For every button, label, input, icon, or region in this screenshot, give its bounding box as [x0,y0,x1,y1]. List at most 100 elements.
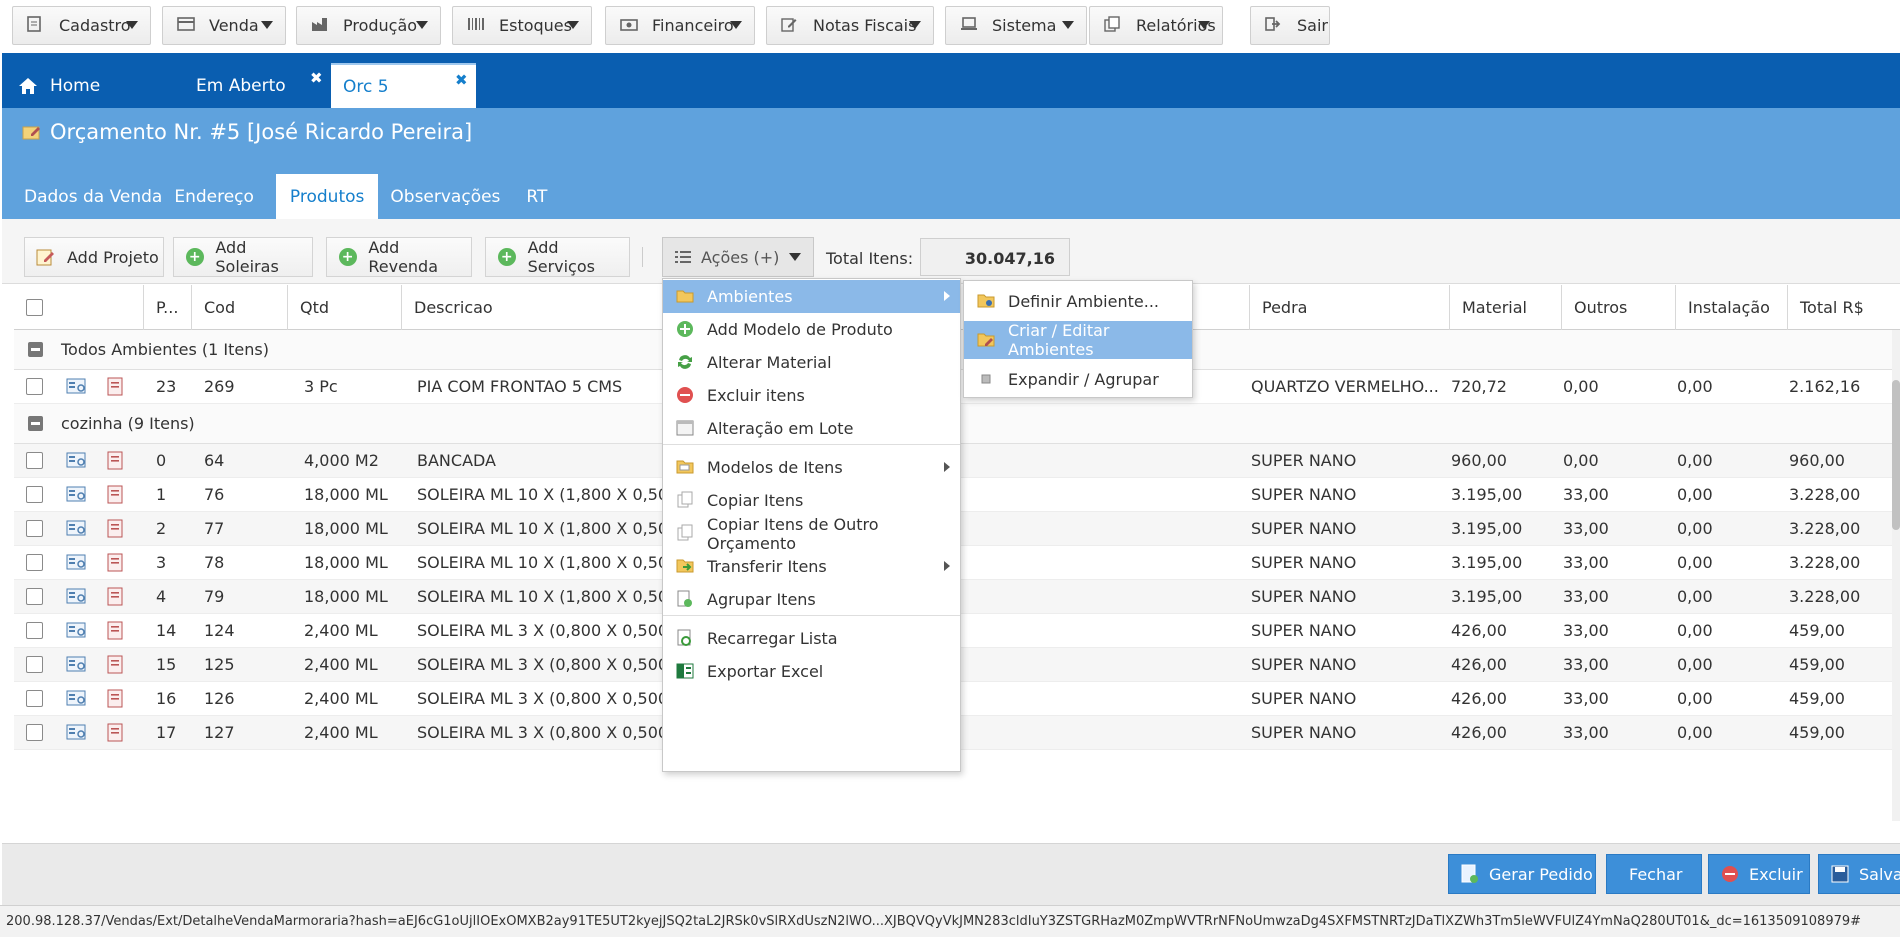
menu-notas-fiscais[interactable]: Notas Fiscais [766,6,934,45]
menu-item-add-modelo-de-produto[interactable]: Add Modelo de Produto [663,313,960,346]
excel-icon [675,662,695,680]
add-revenda-button[interactable]: + Add Revenda [326,237,472,277]
acoes-menu-button[interactable]: Ações (+) [662,237,814,277]
row-detail-icon[interactable] [66,614,88,647]
row-checkbox[interactable] [26,378,43,395]
fechar-button[interactable]: Fechar [1606,854,1702,894]
list-icon [675,250,691,264]
tab-em-aberto-close-icon[interactable]: ✖ [310,69,323,87]
row-detail-icon[interactable] [66,648,88,681]
row-edit-icon[interactable] [106,444,126,477]
header-pedra[interactable]: Pedra [1250,285,1450,330]
menu-item-modelos-de-itens[interactable]: Modelos de Itens [663,451,960,484]
row-detail-icon[interactable] [66,478,88,511]
header-cod[interactable]: Cod [192,285,288,330]
menu-item-label: Exportar Excel [707,662,824,681]
menu-item-copiar-itens-de-outro-or-amento[interactable]: Copiar Itens de Outro Orçamento [663,515,960,553]
row-detail-icon[interactable] [66,546,88,579]
cell-instalacao: 0,00 [1677,553,1713,572]
subtab-dados-venda[interactable]: Dados da Venda [2,174,174,219]
row-edit-icon[interactable] [106,512,126,545]
menu-producao[interactable]: Produção [296,6,441,45]
menu-financeiro[interactable]: Financeiro [605,6,755,45]
menu-item-exportar-excel[interactable]: Exportar Excel [663,655,960,688]
add-servicos-button[interactable]: + Add Serviços [485,237,630,277]
row-edit-icon[interactable] [106,614,126,647]
row-detail-icon[interactable] [66,512,88,545]
add-circle-icon [675,320,695,338]
header-outros[interactable]: Outros [1562,285,1676,330]
tab-orc-5[interactable]: Orc 5 ✖ [331,63,476,108]
header-material[interactable]: Material [1450,285,1562,330]
row-checkbox[interactable] [26,452,43,469]
collapse-icon[interactable] [28,342,43,357]
cell-instalacao: 0,00 [1677,689,1713,708]
menu-producao-label: Produção [343,16,418,35]
add-projeto-button[interactable]: Add Projeto [24,237,164,277]
row-detail-icon[interactable] [66,580,88,613]
subtabs: Dados da Venda Endereço Produtos Observa… [2,174,559,219]
menu-cadastro[interactable]: Cadastro [12,6,151,45]
submenu-item-definir-ambiente[interactable]: Definir Ambiente... [964,282,1192,320]
row-detail-icon[interactable] [66,716,88,749]
grid-scroll-thumb[interactable] [1892,380,1900,530]
add-soleiras-button[interactable]: + Add Soleiras [173,237,313,277]
menu-venda[interactable]: Venda [162,6,286,45]
menu-item-altera-o-em-lote[interactable]: Alteração em Lote [663,412,960,445]
menu-relatorios[interactable]: Relatórios [1089,6,1223,45]
cell-material: 960,00 [1451,451,1507,470]
row-checkbox[interactable] [26,622,43,639]
subtab-endereco[interactable]: Endereço [174,174,266,219]
row-checkbox[interactable] [26,554,43,571]
row-checkbox[interactable] [26,588,43,605]
menu-item-excluir-itens[interactable]: Excluir itens [663,379,960,412]
row-edit-icon[interactable] [106,546,126,579]
save-icon [1831,865,1849,883]
tab-home[interactable]: Home [18,63,168,108]
menu-item-recarregar-lista[interactable]: Recarregar Lista [663,622,960,655]
excluir-button[interactable]: Excluir [1708,854,1810,894]
page-title: Orçamento Nr. #5 [José Ricardo Pereira] [22,120,472,144]
exit-button[interactable]: Sair [1250,6,1330,45]
header-instalacao[interactable]: Instalação [1676,285,1788,330]
row-detail-icon[interactable] [66,370,88,403]
header-pos[interactable]: P... [144,285,192,330]
row-checkbox[interactable] [26,690,43,707]
gerar-pedido-button[interactable]: Gerar Pedido [1448,854,1596,894]
menu-item-copiar-itens[interactable]: Copiar Itens [663,484,960,517]
row-edit-icon[interactable] [106,370,126,403]
subtab-produtos[interactable]: Produtos [275,174,379,219]
cell-qtd: 18,000 ML [304,485,388,504]
header-qtd[interactable]: Qtd [288,285,402,330]
tab-em-aberto[interactable]: Em Aberto ✖ [172,63,332,108]
cell-pos: 17 [156,723,177,742]
menu-item-transferir-itens[interactable]: Transferir Itens [663,550,960,583]
submenu-item-criar-editar-ambientes[interactable]: Criar / Editar Ambientes [964,321,1192,359]
subtab-observacoes[interactable]: Observações [388,174,512,219]
select-all-checkbox[interactable] [26,299,43,316]
row-checkbox[interactable] [26,724,43,741]
menu-item-ambientes[interactable]: Ambientes [663,280,960,313]
row-edit-icon[interactable] [106,478,126,511]
menu-sistema[interactable]: Sistema [945,6,1087,45]
header-total[interactable]: Total R$ [1788,285,1900,330]
tab-orc-5-close-icon[interactable]: ✖ [455,71,468,89]
collapse-icon[interactable] [28,416,43,431]
submenu-item-expandir-agrupar[interactable]: Expandir / Agrupar [964,360,1192,398]
row-edit-icon[interactable] [106,682,126,715]
row-checkbox[interactable] [26,520,43,537]
grid-scrollbar[interactable] [1892,330,1900,821]
salvar-button[interactable]: Salvar [1818,854,1900,894]
row-edit-icon[interactable] [106,716,126,749]
row-edit-icon[interactable] [106,580,126,613]
row-edit-icon[interactable] [106,648,126,681]
document-icon [27,15,49,36]
row-detail-icon[interactable] [66,444,88,477]
subtab-rt[interactable]: RT [512,174,559,219]
row-detail-icon[interactable] [66,682,88,715]
menu-estoques[interactable]: Estoques [452,6,592,45]
row-checkbox[interactable] [26,486,43,503]
menu-item-alterar-material[interactable]: Alterar Material [663,346,960,379]
menu-item-agrupar-itens[interactable]: Agrupar Itens [663,583,960,616]
row-checkbox[interactable] [26,656,43,673]
